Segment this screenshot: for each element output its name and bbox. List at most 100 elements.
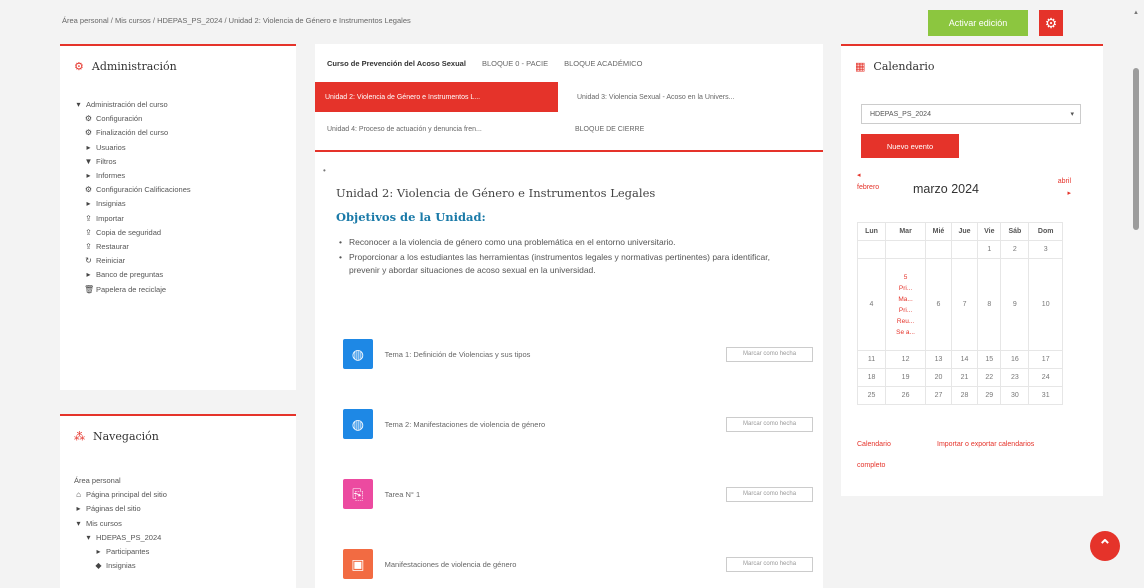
calendar-day[interactable]: 5 Pri... Ma... Pri... Reu... Se a... <box>885 258 927 351</box>
settings-button[interactable]: ⚙ <box>1039 10 1063 36</box>
breadcrumb-item-course[interactable]: HDEPAS_PS_2024 <box>157 16 222 25</box>
calendar-day[interactable]: 30 <box>1000 386 1030 405</box>
nav-item-site-pages[interactable]: ▸ Páginas del sitio <box>74 502 167 516</box>
calendar-event-link[interactable]: Ma... <box>886 294 925 305</box>
calendar-day[interactable]: 25 <box>856 386 887 405</box>
calendar-day[interactable]: 20 <box>925 368 952 387</box>
calendar-empty-day <box>856 240 887 259</box>
mark-done-button[interactable]: Marcar como hecha <box>726 416 813 432</box>
calendar-day[interactable]: 8 <box>977 258 1002 351</box>
nav-item-site-home[interactable]: ⌂ Página principal del sitio <box>74 488 167 502</box>
calendar-day[interactable]: 9 <box>1000 258 1030 351</box>
tree-item-recycle-bin[interactable]: 🗑 Papelera de reciclaje <box>74 283 191 297</box>
calendar-day[interactable]: 14 <box>950 350 979 369</box>
full-calendar-link[interactable]: Calendario completo <box>857 434 917 476</box>
calendar-block-title: ▦ Calendario <box>855 60 935 73</box>
calendar-day[interactable]: 13 <box>925 350 952 369</box>
course-select[interactable]: HDEPAS_PS_2024 ▾ <box>861 104 1081 124</box>
tab-bloque-0[interactable]: BLOQUE 0 - PACIE <box>482 59 548 68</box>
calendar-day[interactable]: 1 <box>977 240 1002 259</box>
tree-item-settings[interactable]: ⚙ Configuración <box>74 112 191 126</box>
tab-unit-3[interactable]: Unidad 3: Violencia Sexual - Acoso en la… <box>567 82 807 112</box>
tree-item-reset[interactable]: ↻ Reiniciar <box>74 254 191 268</box>
mark-done-button[interactable]: Marcar como hecha <box>726 556 813 572</box>
nav-item-dashboard[interactable]: Área personal <box>74 474 167 488</box>
tab-bloque-academico[interactable]: BLOQUE ACADÉMICO <box>564 59 642 68</box>
breadcrumb-item-home[interactable]: Área personal <box>62 16 109 25</box>
calendar-empty-day <box>950 240 979 259</box>
scrollbar-thumb[interactable] <box>1133 68 1139 230</box>
nav-item-badges[interactable]: ◆ Insignias <box>74 559 167 573</box>
tab-unit-2[interactable]: Unidad 2: Violencia de Género e Instrume… <box>315 82 558 112</box>
back-to-top-button[interactable]: ⌃ <box>1090 531 1120 561</box>
calendar-day[interactable]: 28 <box>950 386 979 405</box>
calendar-day[interactable]: 4 <box>856 258 887 351</box>
calendar-event-link[interactable]: Reu... <box>886 316 925 327</box>
activity-link[interactable]: Tema 1: Definición de Violencias y sus t… <box>385 350 719 359</box>
calendar-event-link[interactable]: Pri... <box>886 305 925 316</box>
calendar-day[interactable]: 23 <box>1000 368 1030 387</box>
tree-item-completion[interactable]: ⚙ Finalización del curso <box>74 126 191 140</box>
tree-item-grades-setup[interactable]: ⚙ Configuración Calificaciones <box>74 183 191 197</box>
import-export-link[interactable]: Importar o exportar calendarios <box>937 434 1047 455</box>
activity-link[interactable]: Tema 2: Manifestaciones de violencia de … <box>385 420 719 429</box>
calendar-event-link[interactable]: Pri... <box>886 283 925 294</box>
calendar-event-link[interactable]: Se a... <box>886 327 925 338</box>
edit-mode-button[interactable]: Activar edición <box>928 10 1028 36</box>
tree-item-import[interactable]: ⇪ Importar <box>74 212 191 226</box>
tree-item-question-bank[interactable]: ▸ Banco de preguntas <box>74 268 191 282</box>
tree-item-filters[interactable]: ▼ Filtros <box>74 155 191 169</box>
tree-item-reports[interactable]: ▸ Informes <box>74 169 191 183</box>
tab-unit-4[interactable]: Unidad 4: Proceso de actuación y denunci… <box>317 114 557 144</box>
tree-item-badges[interactable]: ▸ Insignias <box>74 197 191 211</box>
breadcrumb-item-current[interactable]: Unidad 2: Violencia de Género e Instrume… <box>229 16 411 25</box>
calendar-day[interactable]: 16 <box>1000 350 1030 369</box>
assignment-icon[interactable]: ⎘ <box>343 479 373 509</box>
breadcrumb-item-courses[interactable]: Mis cursos <box>115 16 151 25</box>
new-event-button[interactable]: Nuevo evento <box>861 134 959 158</box>
mark-done-button[interactable]: Marcar como hecha <box>726 486 813 502</box>
calendar-day[interactable]: 27 <box>925 386 952 405</box>
calendar-day[interactable]: 12 <box>885 350 927 369</box>
tree-item-users[interactable]: ▸ Usuarios <box>74 141 191 155</box>
calendar-day[interactable]: 3 <box>1028 240 1063 259</box>
prev-month-link[interactable]: ◂ febrero <box>857 170 879 194</box>
filter-icon: ▼ <box>84 156 93 166</box>
tree-item-restore[interactable]: ⇪ Restaurar <box>74 240 191 254</box>
calendar-day[interactable]: 15 <box>977 350 1002 369</box>
globe-icon[interactable]: ◍ <box>343 339 373 369</box>
calendar-day[interactable]: 17 <box>1028 350 1063 369</box>
tab-course-home[interactable]: Curso de Prevención del Acoso Sexual <box>327 59 466 68</box>
calendar-day[interactable]: 24 <box>1028 368 1063 387</box>
forum-icon[interactable]: ▣ <box>343 549 373 579</box>
scroll-up-icon[interactable]: ▲ <box>1133 10 1139 16</box>
calendar-day[interactable]: 7 <box>950 258 979 351</box>
calendar-day[interactable]: 18 <box>856 368 887 387</box>
calendar-day[interactable]: 19 <box>885 368 927 387</box>
nav-item-participants[interactable]: ▸ Participantes <box>74 545 167 559</box>
next-month-link[interactable]: abril ▸ <box>1037 176 1071 200</box>
activity-link[interactable]: Manifestaciones de violencia de género <box>385 560 719 569</box>
calendar-day[interactable]: 31 <box>1028 386 1063 405</box>
globe-icon[interactable]: ◍ <box>343 409 373 439</box>
objectives-list: Reconocer a la violencia de género como … <box>339 236 799 279</box>
tab-bloque-cierre[interactable]: BLOQUE DE CIERRE <box>565 114 685 144</box>
calendar-day[interactable]: 11 <box>856 350 887 369</box>
admin-block: ⚙ Administración ▾ Administración del cur… <box>60 44 296 390</box>
calendar-grid: Lun Mar Mié Jue Vie Sáb Dom 1 2 3 4 5 Pri... Ma... Pr… <box>856 222 1063 405</box>
calendar-day[interactable]: 22 <box>977 368 1002 387</box>
calendar-day[interactable]: 21 <box>950 368 979 387</box>
calendar-day[interactable]: 10 <box>1028 258 1063 351</box>
activity-link[interactable]: Tarea N° 1 <box>385 490 719 499</box>
calendar-day[interactable]: 2 <box>1000 240 1030 259</box>
nav-item-course[interactable]: ▾ HDEPAS_PS_2024 <box>74 531 167 545</box>
calendar-day[interactable]: 6 <box>925 258 952 351</box>
tree-item-backup[interactable]: ⇪ Copia de seguridad <box>74 226 191 240</box>
calendar-day[interactable]: 29 <box>977 386 1002 405</box>
tree-item-course-admin[interactable]: ▾ Administración del curso <box>74 98 191 112</box>
nav-item-my-courses[interactable]: ▾ Mis cursos <box>74 517 167 531</box>
weekday-header: Dom <box>1028 222 1063 241</box>
mark-done-button[interactable]: Marcar como hecha <box>726 346 813 362</box>
calendar-day[interactable]: 26 <box>885 386 927 405</box>
arrow-right-icon: ▸ <box>1067 190 1071 197</box>
